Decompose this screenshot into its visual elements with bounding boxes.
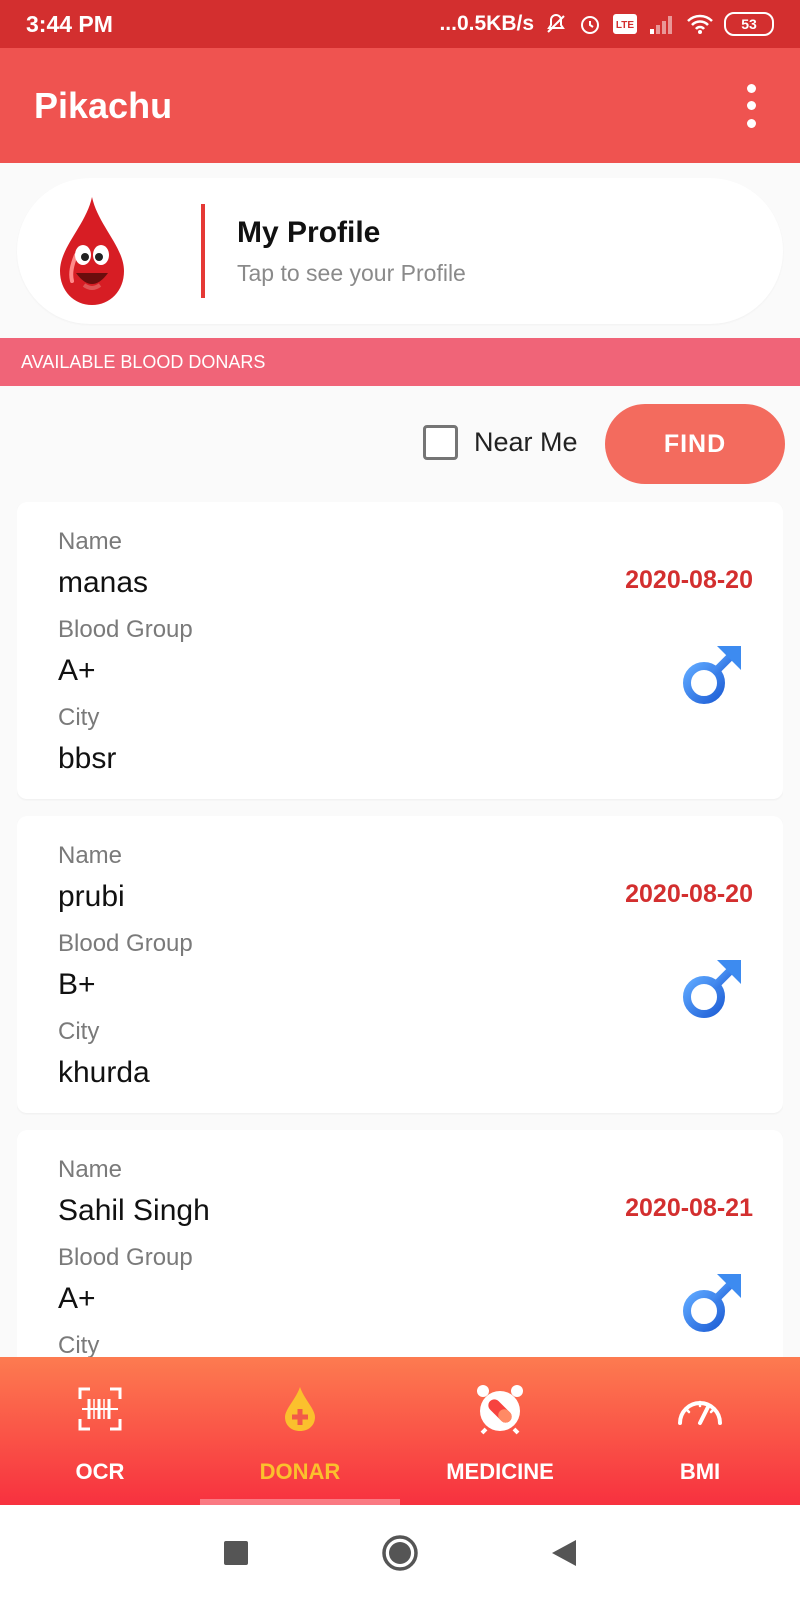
nav-item-medicine[interactable]: MEDICINE <box>400 1357 600 1505</box>
donor-blood-group: A+ <box>58 654 96 687</box>
home-button[interactable] <box>378 1531 422 1575</box>
bottom-nav: OCR DONAR MEDICINE BMI <box>0 1357 800 1505</box>
donor-date: 2020-08-20 <box>625 880 753 908</box>
donor-list[interactable]: Name manas Blood Group A+ City bbsr 2020… <box>17 502 783 1357</box>
speedometer-icon <box>672 1381 728 1437</box>
back-triangle-icon <box>552 1539 576 1566</box>
nav-label-ocr: OCR <box>75 1459 125 1484</box>
male-icon <box>683 1274 741 1332</box>
blood-group-label: Blood Group <box>58 616 193 643</box>
blood-group-label: Blood Group <box>58 930 193 957</box>
near-me-label: Near Me <box>474 427 578 457</box>
status-icons: ...0.5KB/s LTE 53 <box>439 12 774 36</box>
system-nav-bar <box>0 1505 800 1600</box>
donor-date: 2020-08-20 <box>625 566 753 594</box>
profile-title: My Profile <box>237 215 381 249</box>
donor-date: 2020-08-21 <box>625 1194 753 1222</box>
status-time: 3:44 PM <box>26 10 113 37</box>
city-label: City <box>58 1332 100 1357</box>
donor-card[interactable]: Name manas Blood Group A+ City bbsr 2020… <box>17 502 783 799</box>
name-label: Name <box>58 528 123 555</box>
signal-icon <box>648 13 676 35</box>
nav-item-ocr[interactable]: OCR <box>0 1357 200 1505</box>
square-icon <box>224 1540 248 1565</box>
barcode-scan-icon <box>72 1381 128 1437</box>
donor-city: khurda <box>58 1056 150 1089</box>
circle-icon <box>382 1534 418 1571</box>
nav-label-medicine: MEDICINE <box>446 1459 554 1484</box>
profile-card[interactable]: My Profile Tap to see your Profile <box>17 178 783 324</box>
donor-blood-group: A+ <box>58 1282 96 1315</box>
donor-name: manas <box>58 566 149 599</box>
recents-button[interactable] <box>214 1531 258 1575</box>
blood-drop-plus-icon <box>272 1381 328 1437</box>
donor-card[interactable]: Name prubi Blood Group B+ City khurda 20… <box>17 816 783 1113</box>
male-icon <box>683 646 741 704</box>
city-label: City <box>58 1018 100 1045</box>
alarm-pill-icon <box>472 1381 528 1437</box>
nav-label-donar: DONAR <box>259 1459 341 1484</box>
find-button[interactable]: FIND <box>605 404 785 484</box>
alarm-icon <box>578 12 602 36</box>
app-bar: Pikachu <box>0 48 800 163</box>
donor-name: Sahil Singh <box>58 1194 210 1227</box>
profile-divider <box>201 204 205 298</box>
city-label: City <box>58 704 100 731</box>
name-label: Name <box>58 842 123 869</box>
volte-icon: LTE <box>612 13 638 35</box>
battery-indicator: 53 <box>724 12 774 36</box>
near-me-toggle[interactable]: Near Me <box>423 425 578 460</box>
donor-card[interactable]: Name Sahil Singh Blood Group A+ City 202… <box>17 1130 783 1357</box>
svg-text:LTE: LTE <box>616 20 634 31</box>
status-bar: 3:44 PM ...0.5KB/s LTE 53 <box>0 0 800 48</box>
wifi-icon <box>686 13 714 35</box>
network-speed: ...0.5KB/s <box>439 12 534 35</box>
blood-group-label: Blood Group <box>58 1244 193 1271</box>
overflow-menu-icon[interactable] <box>736 83 766 128</box>
donor-city: bbsr <box>58 742 117 775</box>
male-icon <box>683 960 741 1018</box>
near-me-checkbox[interactable] <box>423 425 458 460</box>
nav-item-donar[interactable]: DONAR <box>200 1357 400 1505</box>
profile-subtitle: Tap to see your Profile <box>237 259 466 286</box>
donor-blood-group: B+ <box>58 968 96 1001</box>
section-header: AVAILABLE BLOOD DONARS <box>0 338 800 386</box>
name-label: Name <box>58 1156 123 1183</box>
donor-name: prubi <box>58 880 125 913</box>
nav-label-bmi: BMI <box>679 1459 721 1484</box>
profile-text: My Profile Tap to see your Profile <box>237 216 466 287</box>
mute-icon <box>544 12 568 36</box>
back-button[interactable] <box>542 1531 586 1575</box>
blood-drop-mascot-icon <box>17 178 167 324</box>
nav-item-bmi[interactable]: BMI <box>600 1357 800 1505</box>
app-title: Pikachu <box>34 84 173 126</box>
